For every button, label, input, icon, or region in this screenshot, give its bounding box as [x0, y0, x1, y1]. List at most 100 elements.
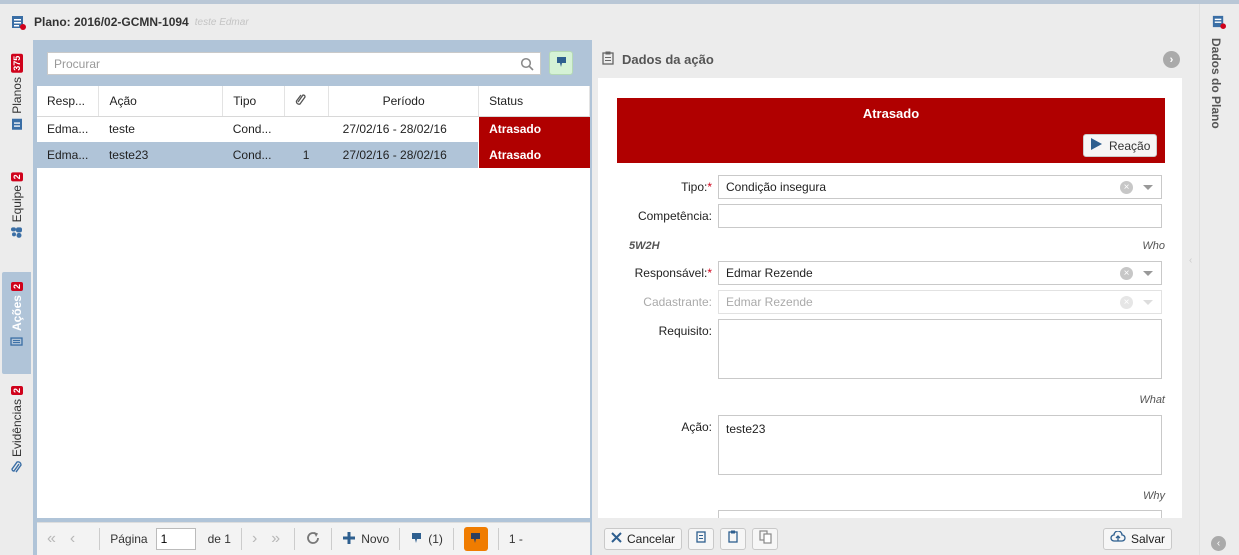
- feedback-count-button[interactable]: (1): [410, 531, 443, 547]
- paperclip-icon: [10, 461, 24, 474]
- col-attachments[interactable]: [284, 86, 330, 117]
- team-icon: [10, 226, 24, 239]
- responsavel-select[interactable]: Edmar Rezende ×: [718, 261, 1162, 285]
- play-icon: [1090, 137, 1103, 154]
- plan-data-panel[interactable]: Dados do Plano ‹: [1199, 4, 1239, 555]
- panel-header: Dados da ação ›: [596, 40, 1188, 78]
- planos-count-badge: 375: [10, 54, 23, 74]
- clear-icon[interactable]: ×: [1120, 267, 1133, 280]
- search-input[interactable]: Procurar: [47, 52, 541, 75]
- cancel-button-label: Cancelar: [627, 531, 676, 546]
- thumbs-down-icon: [469, 531, 482, 547]
- first-page-icon[interactable]: «: [47, 530, 56, 548]
- plan-icon: [10, 14, 26, 30]
- cell-resp: Edma...: [47, 122, 89, 137]
- section-what-label: What: [1139, 394, 1165, 406]
- tab-equipe-label: Equipe: [9, 185, 24, 223]
- save-button[interactable]: Salvar: [1102, 527, 1172, 550]
- section-what: What: [629, 394, 1165, 406]
- required-marker: *: [707, 180, 712, 194]
- save-button-label: Salvar: [1130, 531, 1165, 546]
- tipo-value: Condição insegura: [726, 180, 827, 194]
- tipo-select[interactable]: Condição insegura ×: [718, 175, 1162, 199]
- section-who-label: Who: [1142, 240, 1165, 252]
- new-action-button[interactable]: Novo: [342, 531, 389, 548]
- last-page-icon[interactable]: »: [271, 530, 280, 548]
- cell-acao: teste23: [98, 142, 223, 168]
- responsavel-row: Responsável:* Edmar Rezende ×: [598, 261, 1182, 285]
- competencia-row: Competência:: [598, 204, 1182, 228]
- table-row[interactable]: Edma... teste23 Cond... 1 27/02/16 - 28/…: [37, 142, 590, 168]
- search-placeholder: Procurar: [54, 56, 101, 71]
- col-tipo[interactable]: Tipo: [222, 86, 286, 117]
- tab-evidencias-label: Evidências: [9, 399, 24, 458]
- paste-button[interactable]: [720, 527, 747, 550]
- panel-splitter-handle[interactable]: ‹: [1189, 255, 1197, 315]
- tab-acoes[interactable]: Ações 2: [2, 272, 31, 374]
- search-icon[interactable]: [520, 57, 534, 74]
- feedback-toggle-button[interactable]: [463, 527, 488, 551]
- col-acao[interactable]: Ação: [98, 86, 224, 117]
- clear-icon: ×: [1120, 296, 1133, 309]
- acao-textarea[interactable]: teste23: [718, 415, 1162, 475]
- col-resp[interactable]: Resp...: [37, 86, 100, 117]
- cell-resp: Edma...: [37, 142, 99, 168]
- chevron-down-icon: [1143, 300, 1153, 305]
- tab-planos-label: Planos: [9, 77, 24, 114]
- clipboard-icon: [602, 51, 614, 68]
- feedback-filter-button[interactable]: [549, 51, 573, 75]
- grid-body: [37, 118, 590, 518]
- chevron-down-icon[interactable]: [1143, 185, 1153, 190]
- page-number-input[interactable]: [155, 528, 196, 550]
- collapse-panel-icon[interactable]: ›: [1163, 51, 1180, 68]
- status-banner-text: Atrasado: [862, 106, 920, 121]
- plan-data-label: Dados do Plano: [1209, 38, 1223, 129]
- doc-icon: [10, 118, 24, 131]
- responsavel-label: Responsável:: [634, 266, 708, 280]
- requisito-textarea[interactable]: [718, 319, 1162, 379]
- requisito-label: Requisito:: [658, 324, 712, 338]
- plan-icon: [1211, 14, 1226, 32]
- cancel-button[interactable]: Cancelar: [604, 527, 683, 550]
- refresh-icon[interactable]: [305, 530, 321, 549]
- status-banner: Atrasado Reação: [617, 98, 1165, 163]
- paste-icon: [727, 530, 740, 547]
- duplicate-button[interactable]: [752, 527, 779, 550]
- page-label: Página: [110, 532, 148, 546]
- thumbs-down-icon: [410, 531, 423, 547]
- acoes-count-badge: 2: [10, 282, 23, 292]
- copy-icon: [695, 530, 708, 547]
- status-badge: Atrasado: [478, 142, 590, 168]
- competencia-field[interactable]: [718, 204, 1162, 228]
- reaction-button-label: Reação: [1109, 138, 1151, 153]
- requisito-row: Requisito:: [598, 319, 1182, 379]
- tab-equipe[interactable]: Equipe 2: [2, 172, 31, 262]
- section-why-label: Why: [1143, 490, 1165, 502]
- tab-planos[interactable]: Planos 375: [2, 54, 31, 162]
- title-bar: Plano: 2016/02-GCMN-1094 teste Edmar: [0, 4, 1199, 40]
- pagination-toolbar: « ‹ Página de 1 › » Novo (1) 1 -: [37, 522, 590, 555]
- equipe-count-badge: 2: [10, 172, 23, 182]
- table-row[interactable]: Edma... teste Cond... 27/02/16 - 28/02/1…: [37, 116, 590, 142]
- duplicate-icon: [758, 530, 772, 547]
- chevron-down-icon[interactable]: [1143, 271, 1153, 276]
- reaction-button[interactable]: Reação: [1083, 134, 1157, 157]
- section-5w2h-label: 5W2H: [629, 240, 660, 252]
- col-status[interactable]: Status: [478, 86, 590, 117]
- next-field[interactable]: [718, 510, 1162, 518]
- prev-page-icon[interactable]: ‹: [70, 530, 75, 548]
- col-periodo[interactable]: Período: [328, 86, 480, 117]
- cell-tipo: Cond...: [222, 142, 285, 168]
- thumbs-down-icon: [555, 55, 568, 71]
- plan-subtitle: teste Edmar: [194, 16, 249, 28]
- next-page-icon[interactable]: ›: [252, 530, 257, 548]
- tipo-row: Tipo:* Condição insegura ×: [598, 175, 1182, 199]
- actions-table: Resp... Ação Tipo Período Status Edma...…: [37, 86, 590, 168]
- expand-panel-icon[interactable]: ‹: [1211, 536, 1226, 551]
- tab-evidencias[interactable]: Evidências 2: [2, 386, 31, 498]
- copy-button[interactable]: [688, 527, 715, 550]
- feedback-count: (1): [428, 532, 443, 546]
- cadastrante-label: Cadastrante:: [643, 295, 712, 309]
- actions-grid-panel: Procurar Resp... Ação Tipo Período Statu…: [33, 40, 592, 555]
- clear-icon[interactable]: ×: [1120, 181, 1133, 194]
